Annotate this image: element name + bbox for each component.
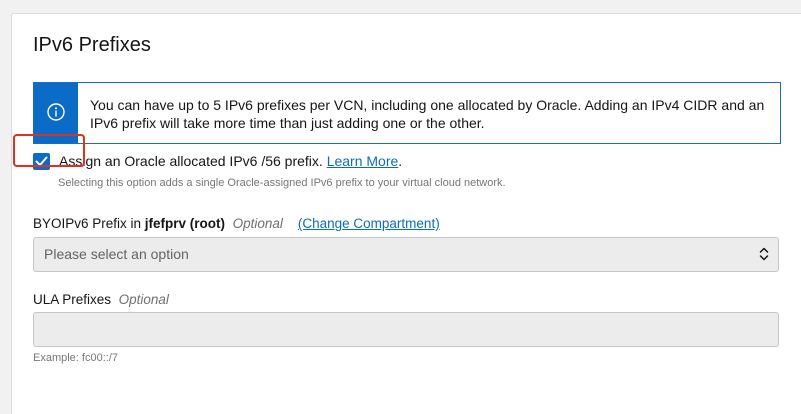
select-chevrons-icon	[759, 247, 769, 261]
select-placeholder: Please select an option	[44, 246, 189, 262]
byoip-prefix-select[interactable]: Please select an option	[33, 237, 779, 272]
byoip-prefix-label: BYOIPv6 Prefix in jfefprv (root) Optiona…	[33, 216, 440, 231]
info-stripe	[34, 83, 78, 143]
info-message-box: You can have up to 5 IPv6 prefixes per V…	[33, 82, 781, 144]
ula-optional-tag: Optional	[118, 292, 169, 307]
label-period: .	[398, 153, 403, 169]
assign-prefix-hint: Selecting this option adds a single Orac…	[58, 177, 506, 189]
ula-example-text: Example: fc00::/7	[33, 352, 118, 364]
ula-prefixes-input[interactable]	[33, 312, 779, 347]
learn-more-link[interactable]: Learn More	[327, 153, 399, 169]
ula-prefixes-label: ULA Prefixes Optional	[33, 292, 169, 307]
ula-label-text: ULA Prefixes	[33, 292, 112, 307]
compartment-name: jfefprv (root)	[144, 216, 226, 231]
assign-prefix-label-text: Assign an Oracle allocated IPv6 /56 pref…	[59, 153, 323, 169]
ipv6-prefixes-panel: IPv6 Prefixes You can have up to 5 IPv6 …	[11, 13, 801, 414]
byoip-optional-tag: Optional	[232, 216, 283, 231]
info-message-text: You can have up to 5 IPv6 prefixes per V…	[90, 97, 765, 131]
byoip-label-text: BYOIPv6 Prefix in	[33, 216, 145, 231]
assign-prefix-label[interactable]: Assign an Oracle allocated IPv6 /56 pref…	[59, 153, 402, 170]
section-title: IPv6 Prefixes	[33, 34, 151, 56]
change-compartment-link[interactable]: (Change Compartment)	[298, 216, 440, 231]
checkmark-icon	[35, 156, 48, 166]
info-icon	[47, 103, 65, 121]
assign-prefix-checkbox[interactable]	[33, 153, 50, 170]
